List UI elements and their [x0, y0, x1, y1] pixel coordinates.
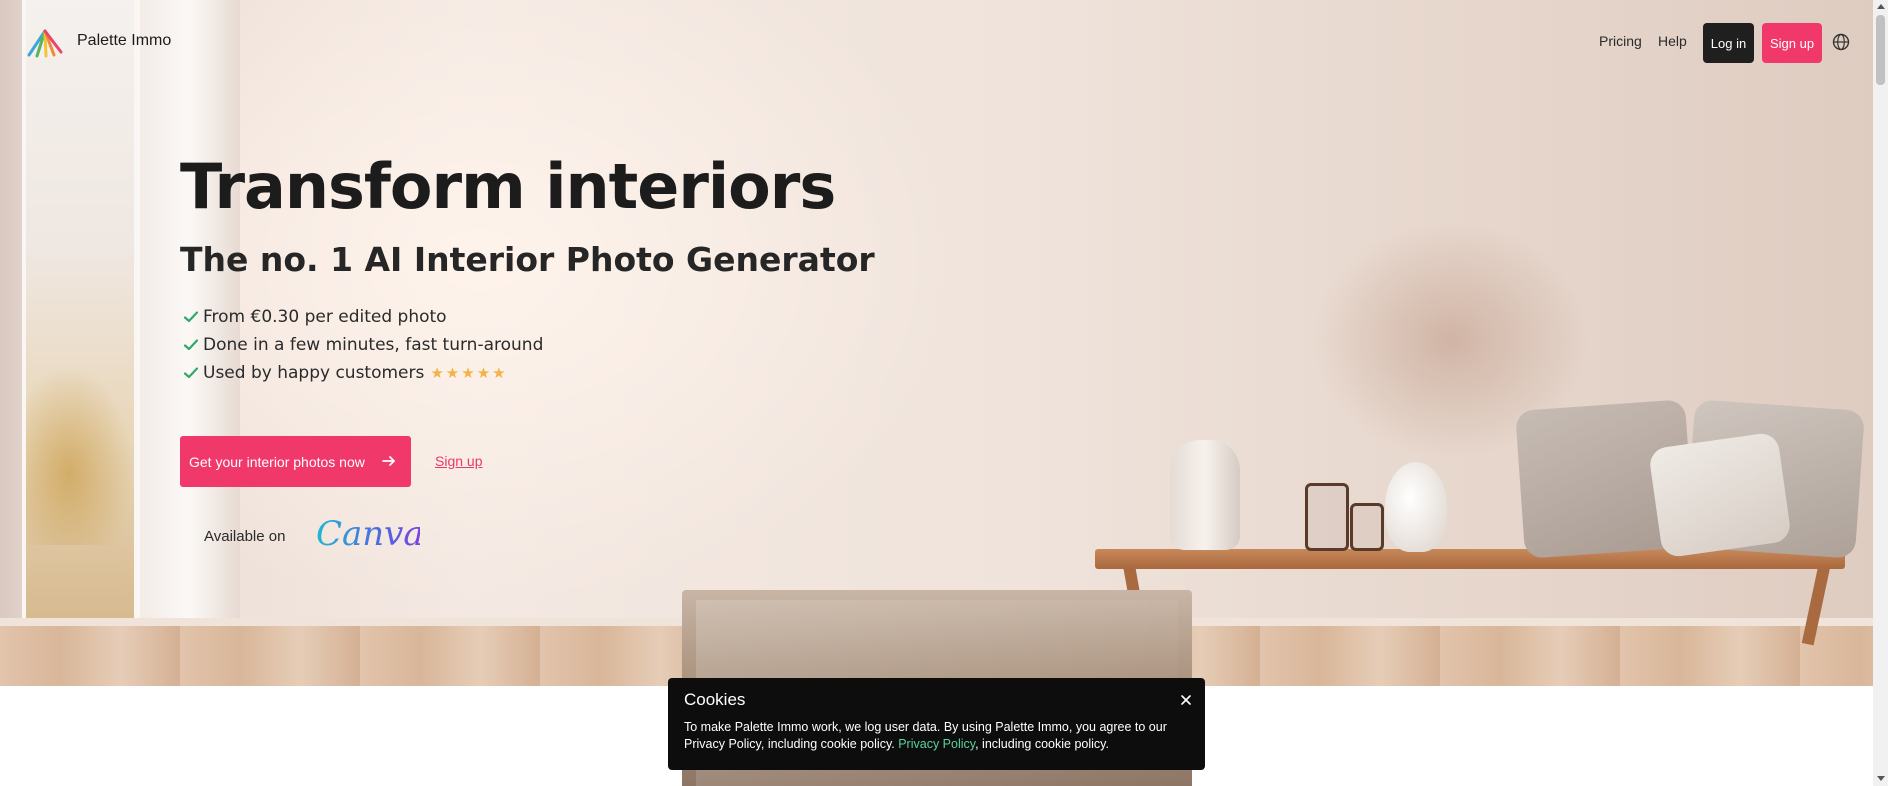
pillow: [1647, 431, 1793, 559]
cta-label: Get your interior photos now: [189, 453, 365, 470]
rating-stars-icon: ★★★★★: [430, 364, 508, 382]
check-icon: [183, 311, 199, 323]
check-icon: [183, 367, 199, 379]
palette-logo-icon[interactable]: [26, 28, 64, 58]
canva-logo[interactable]: Canva: [316, 511, 420, 555]
vase: [1170, 440, 1240, 550]
lantern: [1305, 483, 1349, 551]
nav-link-pricing[interactable]: Pricing: [1599, 33, 1642, 49]
login-button[interactable]: Log in: [1703, 23, 1754, 63]
scrollbar[interactable]: [1873, 0, 1888, 786]
check-icon: [183, 339, 199, 351]
canva-wordmark: Canva: [316, 514, 420, 554]
top-nav: Palette Immo Pricing Help Log in Sign up: [0, 0, 1873, 86]
window-glass: [22, 0, 140, 625]
hero-title: Transform interiors: [180, 150, 836, 223]
close-icon[interactable]: [1180, 694, 1192, 706]
list-item: From €0.30 per edited photo: [182, 303, 543, 331]
feature-text: Done in a few minutes, fast turn-around: [203, 335, 544, 355]
hero-subtitle: The no. 1 AI Interior Photo Generator: [180, 240, 875, 279]
feature-list: From €0.30 per edited photo Done in a fe…: [182, 303, 543, 387]
globe-icon[interactable]: [1832, 33, 1850, 51]
cookie-text: To make Palette Immo work, we log user d…: [684, 719, 1189, 753]
scroll-thumb[interactable]: [1876, 15, 1885, 85]
list-item: Done in a few minutes, fast turn-around: [182, 331, 543, 359]
cookie-banner: Cookies To make Palette Immo work, we lo…: [668, 678, 1205, 770]
signup-link[interactable]: Sign up: [435, 453, 482, 469]
available-on-label: Available on: [204, 528, 286, 545]
brand-name[interactable]: Palette Immo: [77, 32, 171, 50]
arrow-right-icon: [382, 456, 395, 466]
wooden-bench: [1095, 549, 1845, 569]
feature-text: Used by happy customers: [203, 363, 425, 383]
signup-button[interactable]: Sign up: [1762, 23, 1822, 63]
list-item: Used by happy customers ★★★★★: [182, 359, 543, 387]
cookie-title: Cookies: [684, 690, 746, 709]
vase: [1385, 462, 1447, 552]
scroll-up-arrow-icon[interactable]: [1877, 4, 1885, 9]
privacy-policy-link[interactable]: Privacy Policy: [898, 737, 975, 751]
scroll-down-arrow-icon[interactable]: [1877, 776, 1885, 781]
cookie-text-tail: , including cookie policy.: [975, 737, 1109, 751]
feature-text: From €0.30 per edited photo: [203, 307, 447, 327]
get-photos-button[interactable]: Get your interior photos now: [180, 436, 411, 487]
nav-link-help[interactable]: Help: [1658, 33, 1687, 49]
lantern: [1350, 503, 1384, 551]
